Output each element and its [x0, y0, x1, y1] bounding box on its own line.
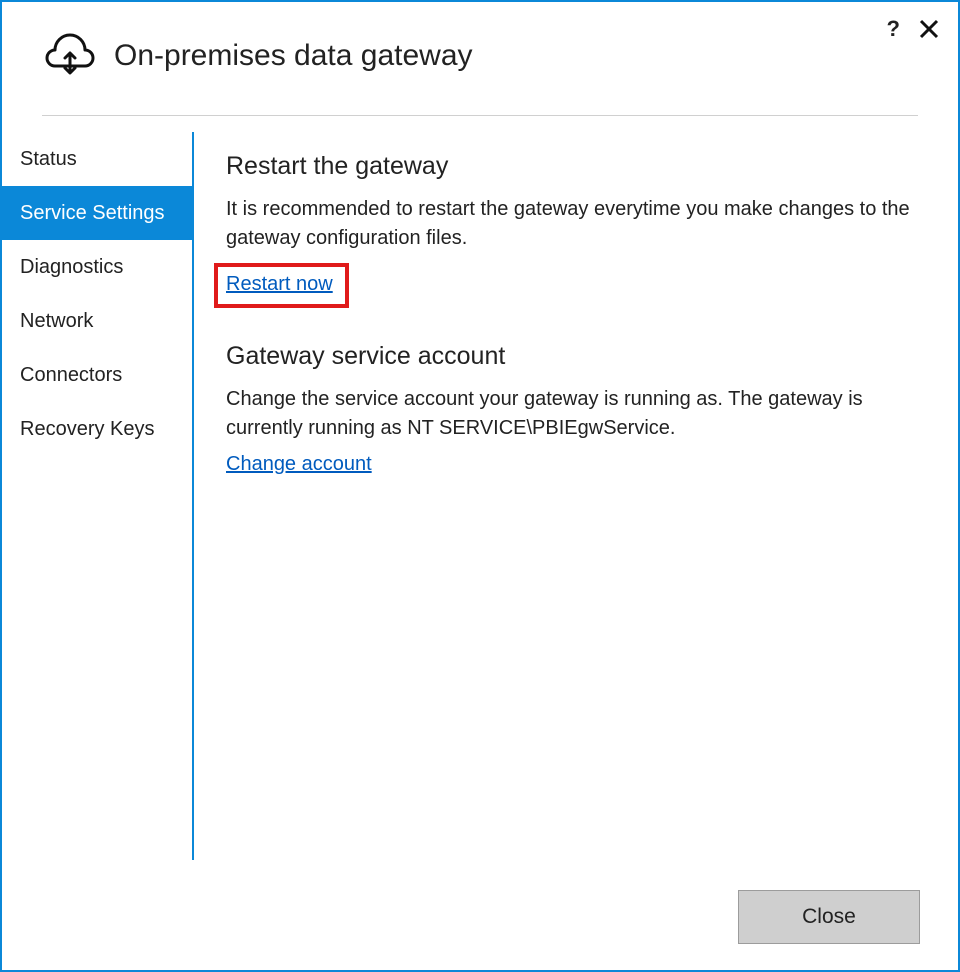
sidebar-item-label: Service Settings	[20, 202, 165, 224]
account-description: Change the service account your gateway …	[226, 385, 918, 443]
content-pane: Restart the gateway It is recommended to…	[194, 132, 958, 970]
sidebar-item-recovery-keys[interactable]: Recovery Keys	[2, 402, 192, 456]
sidebar-item-label: Status	[20, 148, 77, 170]
sidebar-item-label: Connectors	[20, 364, 122, 386]
close-button[interactable]: Close	[738, 890, 920, 944]
help-button[interactable]: ?	[887, 16, 900, 42]
body: Status Service Settings Diagnostics Netw…	[2, 132, 958, 970]
sidebar-item-label: Network	[20, 310, 93, 332]
titlebar: On-premises data gateway ?	[2, 2, 958, 101]
window-title: On-premises data gateway	[114, 39, 473, 73]
account-title: Gateway service account	[226, 342, 918, 371]
sidebar-item-status[interactable]: Status	[2, 132, 192, 186]
app-window: On-premises data gateway ? Status Servic…	[0, 0, 960, 972]
close-icon[interactable]	[918, 18, 940, 40]
sidebar-item-service-settings[interactable]: Service Settings	[2, 186, 192, 240]
titlebar-controls: ?	[887, 16, 940, 42]
footer: Close	[738, 890, 920, 944]
divider	[42, 115, 918, 116]
change-account-link[interactable]: Change account	[226, 453, 372, 476]
sidebar: Status Service Settings Diagnostics Netw…	[2, 132, 194, 860]
sidebar-item-connectors[interactable]: Connectors	[2, 348, 192, 402]
gateway-cloud-icon	[44, 30, 96, 81]
restart-description: It is recommended to restart the gateway…	[226, 195, 918, 253]
sidebar-item-label: Recovery Keys	[20, 418, 155, 440]
restart-title: Restart the gateway	[226, 152, 918, 181]
restart-now-link[interactable]: Restart now	[226, 273, 333, 296]
sidebar-item-diagnostics[interactable]: Diagnostics	[2, 240, 192, 294]
sidebar-item-label: Diagnostics	[20, 256, 123, 278]
restart-highlight: Restart now	[214, 263, 349, 308]
sidebar-item-network[interactable]: Network	[2, 294, 192, 348]
